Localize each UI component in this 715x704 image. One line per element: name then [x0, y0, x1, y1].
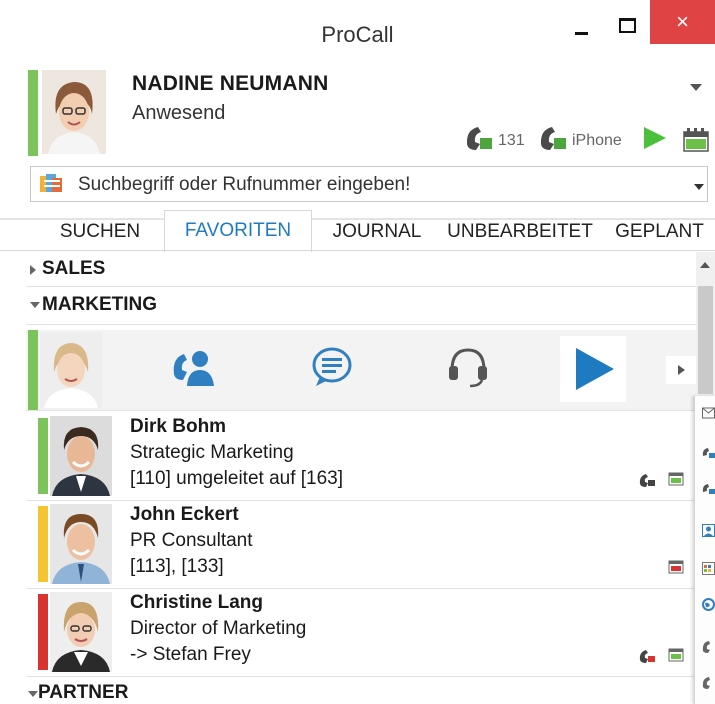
mail-icon[interactable] — [702, 406, 715, 424]
divider — [26, 410, 696, 411]
contact-extension: [110] umgeleitet auf [163] — [130, 468, 344, 489]
profile-name: NADINE NEUMANN — [132, 72, 329, 95]
tab-unbearbeitet[interactable]: UNBEARBEITET — [442, 212, 598, 252]
calendar-icon[interactable] — [668, 558, 684, 579]
presence-bar — [38, 418, 48, 494]
tab-journal[interactable]: JOURNAL — [316, 212, 438, 252]
play-icon[interactable] — [640, 124, 668, 157]
presence-status[interactable]: Anwesend — [132, 102, 225, 125]
list-item[interactable]: John Eckert PR Consultant [113], [133] — [26, 500, 696, 588]
phone-icon[interactable] — [702, 446, 715, 464]
divider — [0, 250, 715, 251]
chevron-right-icon[interactable] — [666, 356, 696, 384]
chevron-down-icon[interactable] — [28, 691, 38, 697]
search-placeholder[interactable]: Suchbegriff oder Rufnummer eingeben! — [78, 174, 410, 196]
group-marketing[interactable]: MARKETING — [42, 294, 157, 316]
phone-icon[interactable] — [464, 124, 494, 154]
globe-icon[interactable] — [702, 598, 715, 616]
contact-extension: -> Stefan Frey — [130, 644, 251, 665]
tab-suchen[interactable]: SUCHEN — [40, 212, 160, 252]
tab-bar: SUCHEN FAVORITEN JOURNAL UNBEARBEITET GE… — [0, 210, 715, 252]
group-partner[interactable]: PARTNER — [38, 682, 128, 704]
scroll-up-icon[interactable] — [700, 262, 710, 268]
phone-busy-icon[interactable] — [638, 648, 656, 669]
calendar-icon[interactable] — [668, 646, 684, 667]
phone-line-label: iPhone — [572, 132, 622, 149]
contact-card-icon[interactable] — [702, 524, 715, 542]
avatar[interactable] — [50, 416, 112, 496]
contact-role: Strategic Marketing — [130, 442, 294, 463]
chevron-down-icon[interactable] — [694, 184, 704, 190]
profile-header: NADINE NEUMANN Anwesend 131 iPhone — [0, 62, 715, 220]
list-item[interactable]: Dirk Bohm Strategic Marketing [110] umge… — [26, 412, 696, 500]
close-button[interactable]: × — [650, 0, 715, 44]
phone-icon[interactable] — [702, 676, 715, 694]
avatar[interactable] — [50, 592, 112, 672]
chevron-down-icon[interactable] — [690, 84, 702, 91]
tab-geplant[interactable]: GEPLANT — [604, 212, 715, 252]
calendar-icon[interactable] — [668, 470, 684, 491]
contact-name: John Eckert — [130, 504, 239, 525]
avatar[interactable] — [42, 70, 106, 154]
presence-bar — [28, 70, 38, 156]
contact-name: Christine Lang — [130, 592, 264, 613]
calendar-icon[interactable] — [683, 128, 709, 157]
group-sales[interactable]: SALES — [42, 258, 105, 280]
contact-role: Director of Marketing — [130, 618, 307, 639]
chevron-right-icon[interactable] — [30, 265, 36, 275]
phone-icon[interactable] — [538, 124, 568, 157]
calendar-icon[interactable] — [702, 562, 715, 580]
scrollbar-thumb[interactable] — [698, 286, 713, 394]
list-item[interactable]: Christine Lang Director of Marketing -> … — [26, 588, 696, 676]
chat-icon[interactable] — [310, 346, 354, 393]
avatar[interactable] — [40, 332, 102, 408]
minimize-button[interactable] — [564, 10, 600, 44]
presence-bar — [28, 330, 38, 410]
phone-icon[interactable] — [702, 482, 715, 500]
tab-favoriten[interactable]: FAVORITEN — [164, 210, 312, 252]
phone-line-label: 131 — [498, 132, 525, 149]
contact-extension: [113], [133] — [130, 556, 224, 577]
divider — [26, 286, 696, 287]
presence-bar — [38, 506, 48, 582]
call-contact-icon[interactable] — [170, 346, 216, 393]
maximize-button[interactable] — [608, 10, 644, 44]
play-icon — [576, 348, 614, 390]
presence-bar — [38, 594, 48, 670]
divider — [26, 324, 696, 325]
avatar[interactable] — [50, 504, 112, 584]
phone-icon[interactable] — [702, 640, 715, 658]
chevron-down-icon[interactable] — [30, 302, 40, 308]
forward-phone-icon[interactable] — [638, 472, 656, 493]
search-icon — [38, 172, 70, 201]
play-button[interactable] — [560, 336, 626, 402]
headset-icon[interactable] — [446, 346, 490, 393]
contact-role: PR Consultant — [130, 530, 253, 551]
contact-name: Dirk Bohm — [130, 416, 227, 437]
divider — [26, 676, 696, 677]
